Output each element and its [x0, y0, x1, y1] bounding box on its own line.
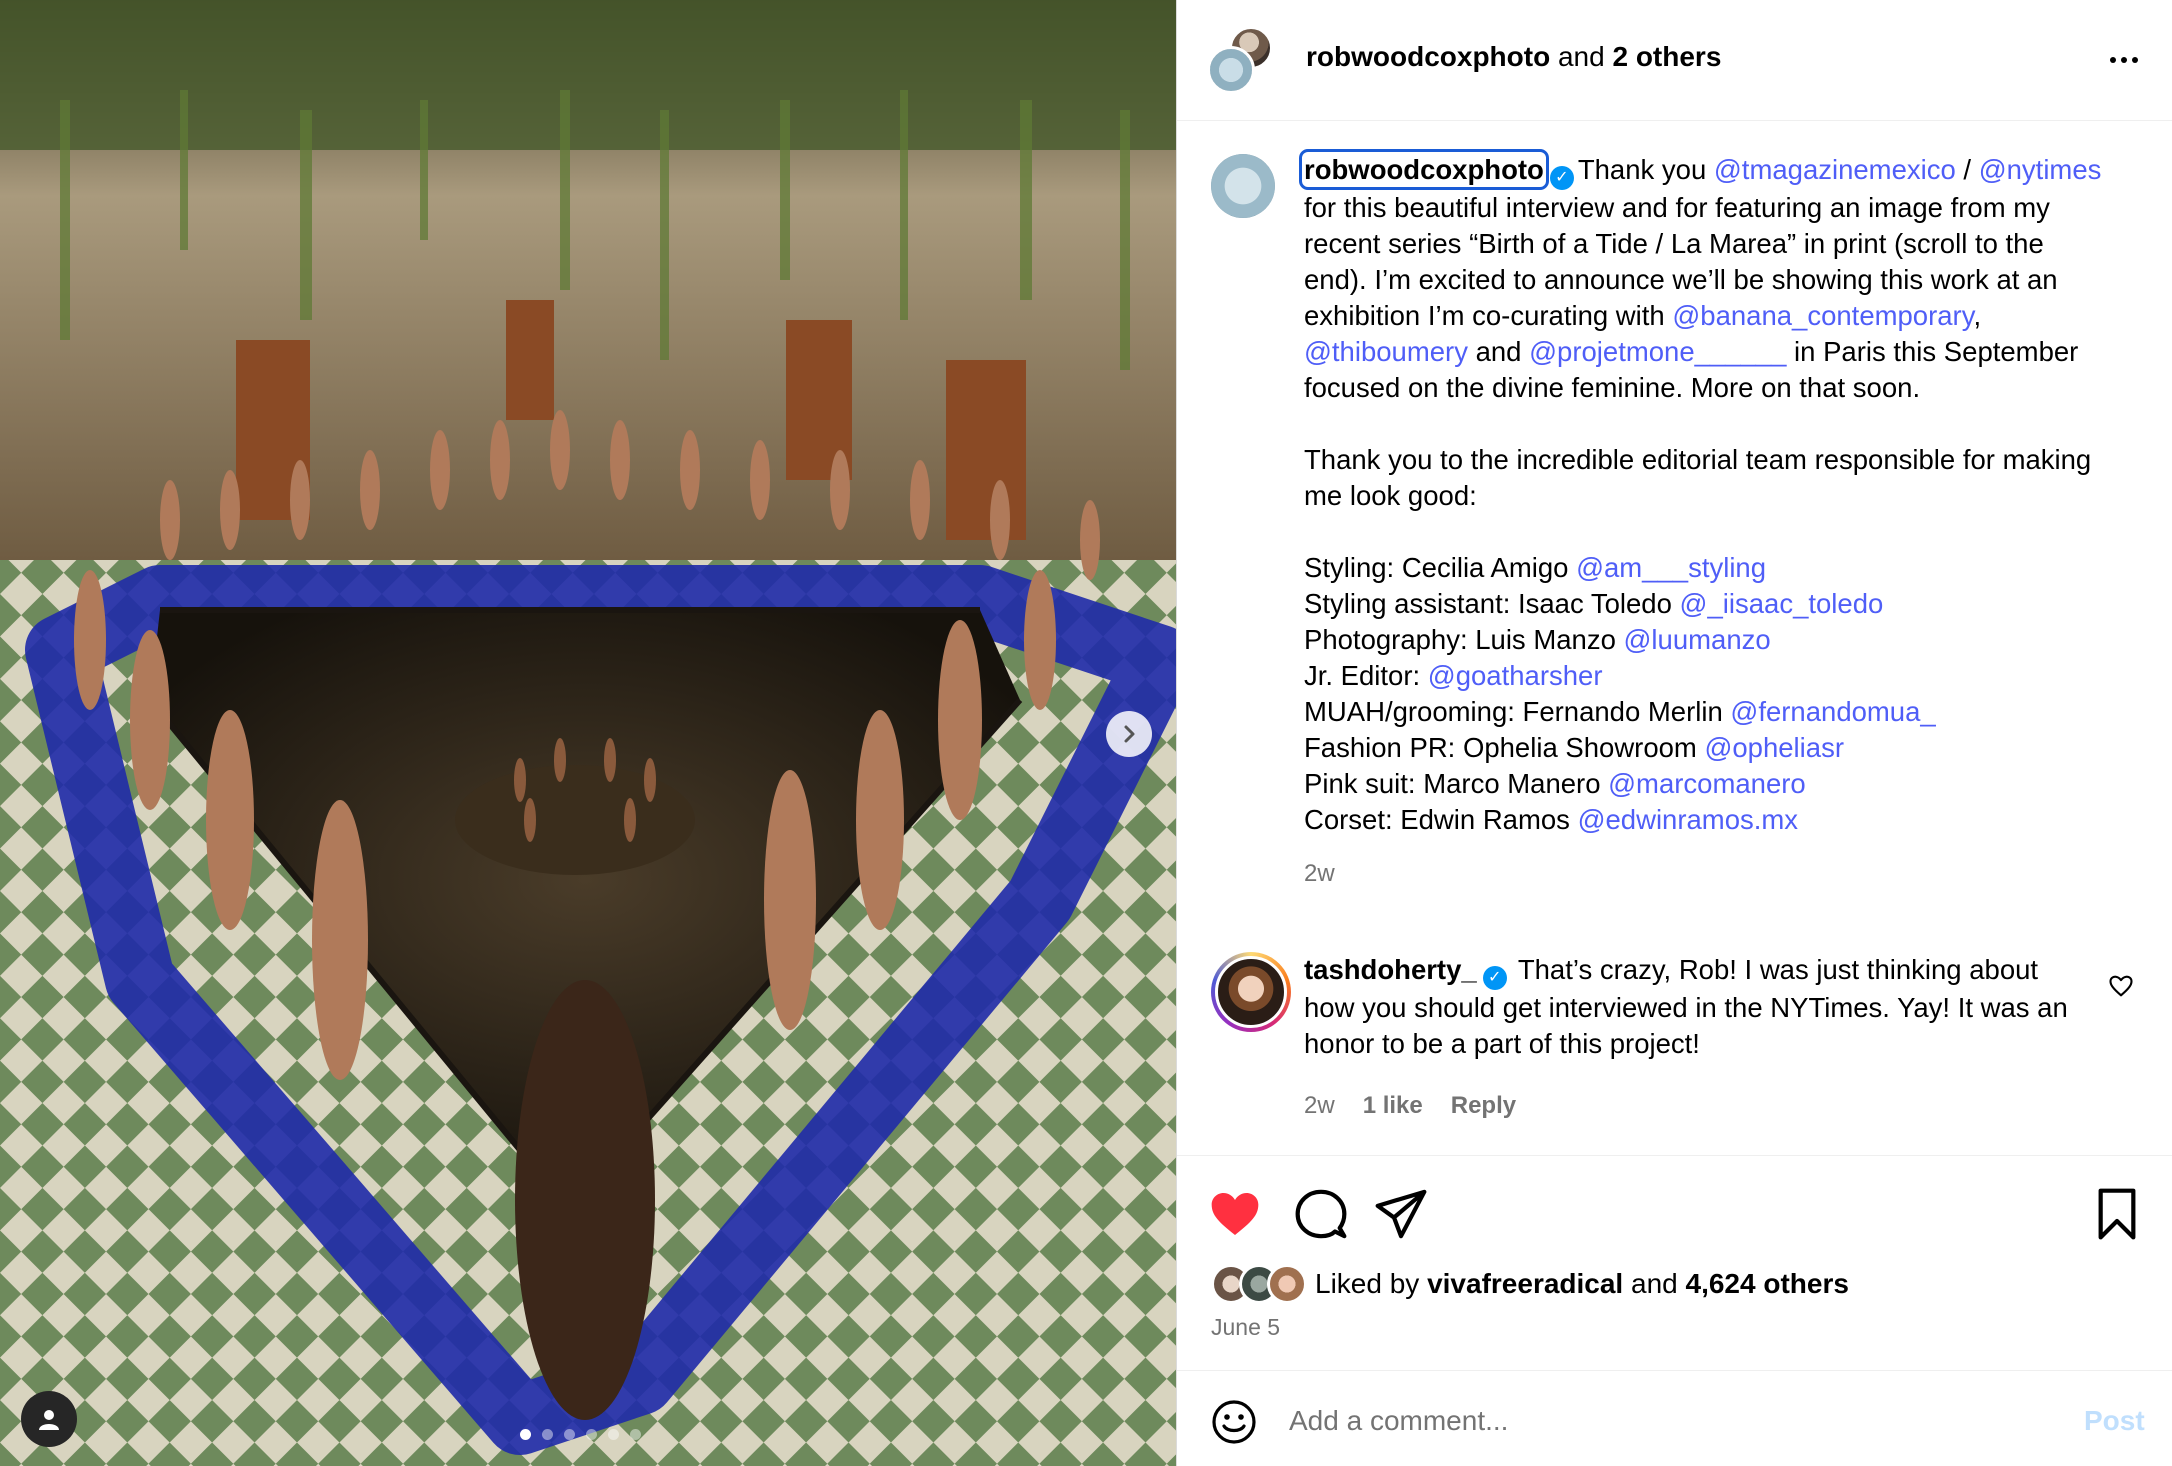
credit-line: MUAH/grooming: Fernando Merlin @fernando…: [1304, 696, 1936, 727]
comment-icon[interactable]: [1293, 1186, 1349, 1242]
post-photo: [0, 0, 1176, 1466]
comment-item: tashdoherty_ ✓ That’s crazy, Rob! I was j…: [1211, 952, 2151, 1119]
credit-line: Photography: Luis Manzo @luumanzo: [1304, 624, 1771, 655]
comment-username[interactable]: tashdoherty_: [1304, 954, 1477, 985]
mention-link[interactable]: @edwinramos.mx: [1578, 804, 1798, 835]
collab-others[interactable]: 2 others: [1612, 41, 1721, 72]
avatar: [1267, 1264, 1307, 1304]
collab-avatars[interactable]: [1207, 26, 1279, 96]
comment-likes[interactable]: 1 like: [1363, 1092, 1423, 1120]
post-author[interactable]: robwoodcoxphoto and 2 others: [1306, 41, 1721, 73]
verified-badge-icon: ✓: [1549, 166, 1574, 190]
mention-link[interactable]: @fernandomua_: [1730, 696, 1935, 727]
carousel-dots: [520, 1429, 641, 1440]
caption-username[interactable]: robwoodcoxphoto: [1299, 149, 1549, 190]
reply-button[interactable]: Reply: [1451, 1092, 1516, 1120]
comments-area[interactable]: robwoodcoxphoto ✓ Thank you @tmagazinemexi…: [1177, 122, 2172, 1155]
mention-link[interactable]: @projetmone______: [1529, 336, 1786, 367]
share-icon[interactable]: [1373, 1186, 1429, 1242]
post-button[interactable]: Post: [2084, 1405, 2145, 1437]
credit-line: Styling assistant: Isaac Toledo @_iisaac…: [1304, 588, 1884, 619]
credit-line: Jr. Editor: @goatharsher: [1304, 660, 1603, 691]
liked-by-others[interactable]: 4,624 others: [1686, 1268, 1849, 1299]
comment-timestamp[interactable]: 2w: [1304, 1092, 1335, 1120]
heart-filled-icon[interactable]: [1207, 1186, 1263, 1242]
caption-paragraph: Thank you to the incredible editorial te…: [1304, 444, 2099, 511]
post-actions: Liked by vivafreeradical and 4,624 other…: [1177, 1155, 2172, 1370]
credit-line: Corset: Edwin Ramos @edwinramos.mx: [1304, 804, 1799, 835]
mention-link[interactable]: @marcomanero: [1608, 768, 1806, 799]
mention-link[interactable]: @nytimes: [1979, 154, 2102, 185]
add-comment-bar: Post: [1177, 1370, 2172, 1466]
avatar: [1207, 46, 1255, 94]
user-tag-icon: [39, 1410, 59, 1430]
mention-link[interactable]: @goatharsher: [1428, 660, 1603, 691]
more-options-button[interactable]: [2101, 40, 2147, 80]
carousel-dot: [542, 1429, 553, 1440]
bookmark-icon[interactable]: [2089, 1186, 2145, 1242]
credit-line: Fashion PR: Ophelia Showroom @opheliasr: [1304, 732, 1844, 763]
avatar[interactable]: [1211, 154, 1275, 218]
mention-link[interactable]: @luumanzo: [1624, 624, 1771, 655]
emoji-icon[interactable]: [1211, 1399, 1257, 1445]
credit-line: Styling: Cecilia Amigo @am___styling: [1304, 552, 1767, 583]
carousel-dot: [564, 1429, 575, 1440]
next-slide-button[interactable]: [1106, 711, 1152, 757]
author-username[interactable]: robwoodcoxphoto: [1306, 41, 1550, 72]
tagged-users-button[interactable]: [21, 1391, 77, 1447]
more-icon: [2110, 57, 2116, 63]
verified-badge-icon: ✓: [1482, 966, 1507, 990]
comment-text: tashdoherty_ ✓ That’s crazy, Rob! I was j…: [1304, 954, 2068, 1059]
mention-link[interactable]: @opheliasr: [1704, 732, 1844, 763]
mention-link[interactable]: @banana_contemporary: [1672, 300, 1973, 331]
carousel-dot: [520, 1429, 531, 1440]
liked-by-text: Liked by vivafreeradical and 4,624 other…: [1315, 1268, 1849, 1299]
comment-meta: 2w 1 like Reply: [1304, 1092, 1516, 1120]
post-media[interactable]: [0, 0, 1176, 1466]
comment-input[interactable]: [1289, 1391, 2009, 1451]
liker-avatars: [1211, 1264, 1311, 1304]
mention-link[interactable]: @tmagazinemexico: [1714, 154, 1956, 185]
caption-text: robwoodcoxphoto ✓ Thank you @tmagazinemexi…: [1299, 149, 2110, 887]
post-date[interactable]: June 5: [1211, 1314, 1280, 1341]
carousel-dot: [608, 1429, 619, 1440]
post-header: robwoodcoxphoto and 2 others: [1177, 0, 2172, 121]
likes-summary: Liked by vivafreeradical and 4,624 other…: [1211, 1262, 1849, 1306]
mention-link[interactable]: @thiboumery: [1304, 336, 1468, 367]
avatar[interactable]: [1211, 952, 1291, 1032]
mention-link[interactable]: @am___styling: [1576, 552, 1766, 583]
credit-line: Pink suit: Marco Manero @marcomanero: [1304, 768, 1806, 799]
caption-timestamp[interactable]: 2w: [1304, 860, 1335, 887]
author-joiner: and: [1550, 41, 1613, 72]
comment-like-icon[interactable]: [2107, 972, 2135, 1000]
mention-link[interactable]: @_iisaac_toledo: [1680, 588, 1884, 619]
post-side-panel: robwoodcoxphoto and 2 others robwoodcoxp…: [1176, 0, 2172, 1466]
carousel-dot: [630, 1429, 641, 1440]
chevron-right-icon: [1124, 725, 1135, 743]
liked-by-user[interactable]: vivafreeradical: [1427, 1268, 1623, 1299]
carousel-dot: [586, 1429, 597, 1440]
